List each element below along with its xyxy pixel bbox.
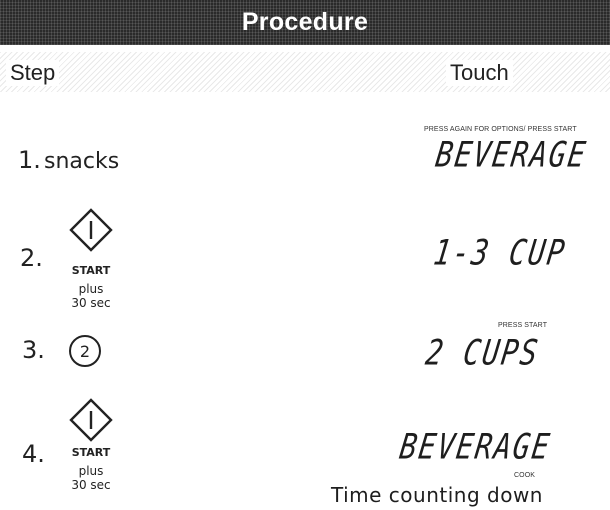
start-button-label: START xyxy=(71,264,111,277)
number-2-key-label: 2 xyxy=(79,341,91,361)
step-4-cook-indicator: COOK xyxy=(514,472,536,479)
step-1-display-prompt: PRESS AGAIN FOR OPTIONS/ PRESS START xyxy=(424,126,577,133)
step-4-lcd-display: BEVERAGE xyxy=(397,425,554,468)
step-1-snacks-label: snacks xyxy=(44,149,120,174)
start-icon xyxy=(69,208,113,252)
number-2-key: 2 xyxy=(69,335,101,367)
column-header-band xyxy=(0,52,610,92)
step-3-display-prompt: PRESS START xyxy=(498,322,548,329)
step-2-time: 30 sec xyxy=(71,296,111,310)
step-2-plus: plus xyxy=(78,282,104,296)
step-column-label: Step xyxy=(6,60,60,86)
start-icon xyxy=(69,398,113,442)
step-4-plus: plus xyxy=(78,464,104,478)
procedure-title: Procedure xyxy=(241,8,369,36)
step-1-lcd-display: BEVERAGE xyxy=(433,133,590,176)
step-4-time: 30 sec xyxy=(71,478,111,492)
step-3-number: 3. xyxy=(22,336,45,364)
step-4-number: 4. xyxy=(22,440,45,468)
step-2-lcd-display: 1-3 CUP xyxy=(431,231,569,274)
start-button-label: START xyxy=(71,446,111,459)
touch-column-label: Touch xyxy=(446,60,513,86)
step-1-number: 1. xyxy=(18,146,41,174)
time-counting-down-caption: Time counting down xyxy=(331,483,543,507)
step-2-number: 2. xyxy=(20,244,43,272)
step-3-lcd-display: 2 CUPS xyxy=(423,331,543,374)
procedure-header: Procedure xyxy=(0,0,610,45)
